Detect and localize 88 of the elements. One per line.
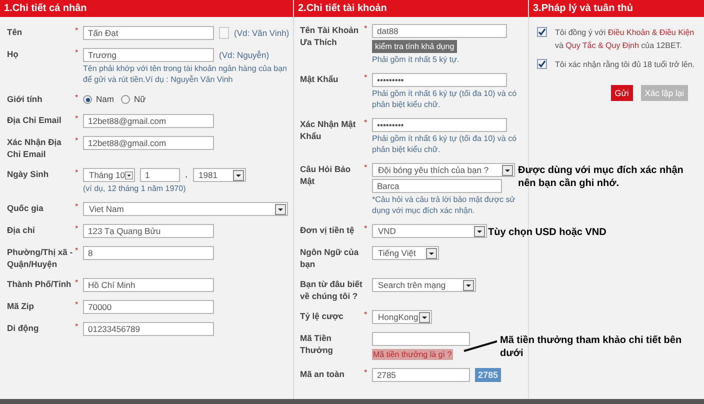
text-field[interactable]: dat88: [372, 24, 507, 38]
field-label: Tên: [7, 26, 24, 38]
agreement-text: Tôi xác nhận rằng tôi đủ 18 tuổi trở lên.: [555, 59, 695, 71]
section-header: 2.Chi tiết tài khoản: [294, 0, 528, 17]
required-mark: *: [75, 322, 78, 331]
field-label: Xác Nhận Địa Chỉ Email: [7, 136, 62, 160]
section-header: 3.Pháp lý và tuân thủ: [529, 0, 704, 17]
dropdown[interactable]: 1981: [192, 168, 246, 182]
dropdown[interactable]: Search trên mạng: [372, 278, 476, 292]
field-label: Di động: [7, 322, 40, 334]
dropdown[interactable]: HongKong: [372, 310, 432, 324]
field-label: Phường/Thị xã - Quận/Huyện: [7, 246, 74, 270]
text-field[interactable]: 70000: [83, 300, 214, 314]
required-mark: *: [75, 168, 78, 177]
field-label: Tỷ lệ cược: [300, 310, 344, 322]
field-label: Địa Chỉ Email: [7, 114, 62, 126]
text-field[interactable]: 123 Tạ Quang Bửu: [83, 224, 214, 238]
text-field[interactable]: 2785: [372, 368, 470, 382]
field-label: Câu Hỏi Bảo Mật: [300, 163, 352, 187]
required-mark: *: [75, 114, 78, 123]
required-mark: *: [75, 93, 78, 102]
option-label: Nữ: [134, 93, 146, 106]
hint-text: Tên phải khớp với tên trong tài khoản ngân hàng của bạn để gửi và rút tiền.Ví dụ : Nguyễn Văn Vinh: [83, 63, 288, 85]
example-text: (Vd: Nguyễn): [219, 48, 270, 62]
required-mark: *: [75, 26, 78, 35]
check-availability-button[interactable]: kiểm tra tính khả dụng: [372, 40, 458, 53]
field-label: Mã Tiền Thưởng: [300, 332, 334, 356]
field-label: Mã Zip: [7, 300, 35, 312]
text-field[interactable]: 12bet88@gmail.com: [83, 136, 214, 150]
required-mark: *: [75, 246, 78, 255]
field-label: Ngôn Ngữ của bạn: [300, 246, 360, 270]
required-mark: *: [75, 278, 78, 287]
field-label: Địa chỉ: [7, 224, 36, 236]
required-mark: *: [75, 224, 78, 233]
date-separator: ,: [185, 168, 188, 182]
annotation-text: Được dùng với mục đích xác nhận nên bạn cần ghi nhớ.: [518, 164, 684, 190]
dropdown[interactable]: Tháng 10: [83, 168, 135, 182]
field-label: Giới tính: [7, 93, 44, 105]
hint-text: *Câu hỏi và câu trả lời bảo mật được sử dụng với mục đích xác nhận.: [372, 194, 516, 216]
text-field[interactable]: Barca: [372, 179, 502, 193]
option-label: Nam: [96, 93, 114, 106]
example-text: (Vd: Văn Vinh): [234, 26, 290, 40]
section-header: 1.Chi tiết cá nhân: [0, 0, 293, 17]
field-label: Thành Phố/Tỉnh: [7, 278, 72, 290]
hint-text: Phải gồm ít nhất 6 ký tự (tối đa 10) và có phân biệt kiểu chữ.: [372, 133, 518, 155]
required-mark: *: [364, 118, 368, 127]
field-label: Họ: [7, 48, 20, 60]
agreement-text: Tôi đồng ý với Điều Khoản & Điều Kiện và Quy Tắc & Quy Định của 12BET.: [555, 27, 696, 52]
field-label: Bạn từ đâu biết về chúng tôi ?: [300, 278, 364, 302]
required-mark: *: [75, 300, 78, 309]
text-field[interactable]: Hồ Chí Minh: [83, 278, 214, 292]
field-label: Ngày Sinh: [7, 168, 50, 180]
field-label: Mật Khẩu: [300, 73, 340, 85]
dropdown[interactable]: Đội bóng yêu thích của bạn ?: [372, 163, 515, 177]
field-label: Mã an toàn: [300, 368, 346, 380]
field-label: Tên Tài Khoản Ưa Thích: [300, 24, 360, 48]
terms-link[interactable]: Điều Khoản & Điều Kiện: [608, 28, 694, 37]
captcha-image: 2785: [475, 368, 502, 382]
hint-text: Phải gồm ít nhất 6 ký tự (tối đa 10) và có phân biệt kiểu chữ.: [372, 88, 518, 110]
text-field[interactable]: Trương: [83, 48, 214, 62]
text-field[interactable]: •••••••••: [372, 118, 507, 132]
required-mark: *: [75, 202, 78, 211]
dropdown[interactable]: Viet Nam: [83, 202, 288, 216]
text-field[interactable]: 8: [83, 246, 214, 260]
dropdown[interactable]: Tiếng Việt: [372, 246, 439, 260]
required-mark: *: [364, 368, 368, 377]
text-field[interactable]: 1: [140, 168, 180, 182]
annotation-text: Tùy chọn USD hoặc VND: [488, 226, 608, 239]
dropdown[interactable]: VND: [372, 224, 487, 238]
text-field[interactable]: Tấn Đạt: [83, 26, 214, 40]
required-mark: *: [364, 24, 368, 33]
required-mark: *: [364, 163, 368, 172]
hint-text: (ví dụ, 12 tháng 1 năm 1970): [83, 183, 186, 194]
required-mark: *: [364, 224, 368, 233]
annotation-text: Mã tiền thưởng tham khảo chi tiết bên dưới: [500, 334, 683, 360]
text-field[interactable]: 12bet88@gmail.com: [83, 114, 214, 128]
hint-text: Phải gồm ít nhất 5 ký tự.: [372, 54, 460, 65]
terms-link[interactable]: Quy Tắc & Quy Định: [566, 41, 639, 50]
required-mark: *: [364, 310, 368, 319]
text-field[interactable]: 01233456789: [83, 322, 214, 336]
required-mark: *: [75, 48, 78, 57]
text-field[interactable]: •••••••••: [372, 73, 507, 87]
field-label: Đơn vị tiền tệ: [300, 224, 356, 236]
required-mark: *: [75, 136, 78, 145]
required-mark: *: [364, 73, 368, 82]
field-label: Quốc gia: [7, 202, 44, 214]
field-label: Xác Nhận Mật Khẩu: [300, 118, 357, 142]
submit-button[interactable]: Gửi: [610, 85, 633, 101]
